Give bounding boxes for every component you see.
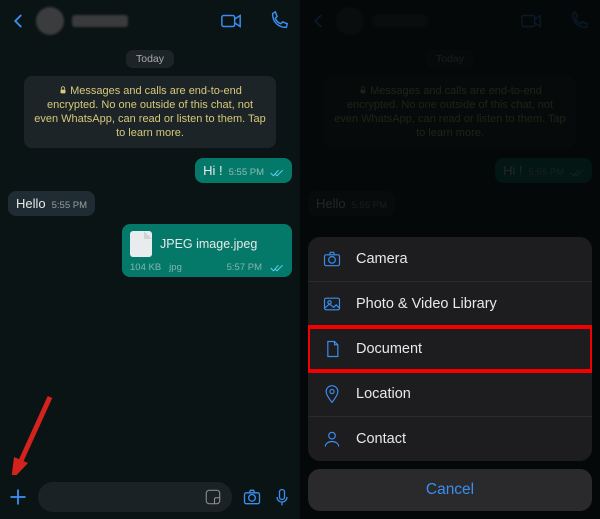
attach-label: Photo & Video Library — [356, 296, 497, 312]
lock-icon — [358, 85, 368, 95]
attach-camera[interactable]: Camera — [308, 237, 592, 282]
file-name: JPEG image.jpeg — [160, 237, 257, 251]
outgoing-bubble: Hi ! 5:55 PM — [495, 158, 592, 183]
chat-screen-right: Today Messages and calls are end-to-end … — [300, 0, 600, 519]
sticker-icon[interactable] — [204, 488, 222, 506]
attach-document[interactable]: Document — [308, 327, 592, 372]
avatar[interactable] — [36, 7, 64, 35]
incoming-bubble[interactable]: Hello 5:55 PM — [8, 191, 95, 216]
attach-location[interactable]: Location — [308, 372, 592, 417]
read-ticks-icon — [570, 168, 584, 178]
voice-call-icon[interactable] — [268, 10, 290, 32]
attach-label: Contact — [356, 431, 406, 447]
read-ticks-icon — [270, 263, 284, 273]
location-icon — [322, 384, 342, 404]
back-icon[interactable] — [10, 12, 28, 30]
message-text: Hi ! — [203, 163, 223, 178]
camera-icon[interactable] — [242, 487, 262, 507]
message-time: 5:55 PM — [352, 200, 387, 211]
cancel-button[interactable]: Cancel — [308, 469, 592, 511]
encryption-text: Messages and calls are end-to-end encryp… — [334, 85, 566, 139]
attachment-options: Camera Photo & Video Library Document Lo… — [308, 237, 592, 461]
message-row: Hi ! 5:55 PM — [8, 158, 292, 183]
date-chip: Today — [126, 50, 174, 68]
input-bar — [0, 475, 300, 519]
incoming-bubble: Hello 5:55 PM — [308, 191, 395, 216]
photo-icon — [322, 294, 342, 314]
message-row: Hello 5:55 PM — [308, 191, 592, 216]
message-row: Hello 5:55 PM — [8, 191, 292, 216]
chat-header — [300, 0, 600, 42]
video-call-icon[interactable] — [520, 10, 542, 32]
message-row: Hi ! 5:55 PM — [308, 158, 592, 183]
file-bubble[interactable]: JPEG image.jpeg 104 KB jpg 5:57 PM — [122, 224, 292, 277]
encryption-text: Messages and calls are end-to-end encryp… — [34, 85, 266, 139]
attachment-sheet: Camera Photo & Video Library Document Lo… — [308, 237, 592, 511]
encryption-notice[interactable]: Messages and calls are end-to-end encryp… — [24, 76, 276, 148]
message-input[interactable] — [38, 482, 232, 512]
annotation-highlight — [308, 325, 592, 373]
chat-screen-left: Today Messages and calls are end-to-end … — [0, 0, 300, 519]
attach-contact[interactable]: Contact — [308, 417, 592, 461]
attach-label: Document — [356, 341, 422, 357]
document-icon — [322, 339, 342, 359]
date-chip: Today — [426, 50, 474, 68]
message-text: Hello — [316, 196, 346, 211]
lock-icon — [58, 85, 68, 95]
video-call-icon[interactable] — [220, 10, 242, 32]
file-time: 5:57 PM — [227, 262, 262, 273]
file-thumb-icon — [130, 231, 152, 257]
encryption-notice: Messages and calls are end-to-end encryp… — [324, 76, 576, 148]
camera-icon — [322, 249, 342, 269]
attach-label: Location — [356, 386, 411, 402]
message-row: JPEG image.jpeg 104 KB jpg 5:57 PM — [8, 224, 292, 277]
voice-call-icon[interactable] — [568, 10, 590, 32]
attach-label: Camera — [356, 251, 408, 267]
attach-photo-library[interactable]: Photo & Video Library — [308, 282, 592, 327]
avatar[interactable] — [336, 7, 364, 35]
read-ticks-icon — [270, 168, 284, 178]
message-time: 5:55 PM — [229, 167, 264, 178]
chat-body: Today Messages and calls are end-to-end … — [0, 42, 300, 475]
contact-name-blurred[interactable] — [372, 15, 428, 27]
chat-header — [0, 0, 300, 42]
message-time: 5:55 PM — [529, 167, 564, 178]
contact-icon — [322, 429, 342, 449]
back-icon[interactable] — [310, 12, 328, 30]
message-text: Hello — [16, 196, 46, 211]
file-size: 104 KB — [130, 262, 161, 273]
attach-plus-icon[interactable] — [8, 487, 28, 507]
message-text: Hi ! — [503, 163, 523, 178]
outgoing-bubble[interactable]: Hi ! 5:55 PM — [195, 158, 292, 183]
mic-icon[interactable] — [272, 487, 292, 507]
message-time: 5:55 PM — [52, 200, 87, 211]
contact-name-blurred[interactable] — [72, 15, 128, 27]
file-ext: jpg — [169, 262, 182, 273]
